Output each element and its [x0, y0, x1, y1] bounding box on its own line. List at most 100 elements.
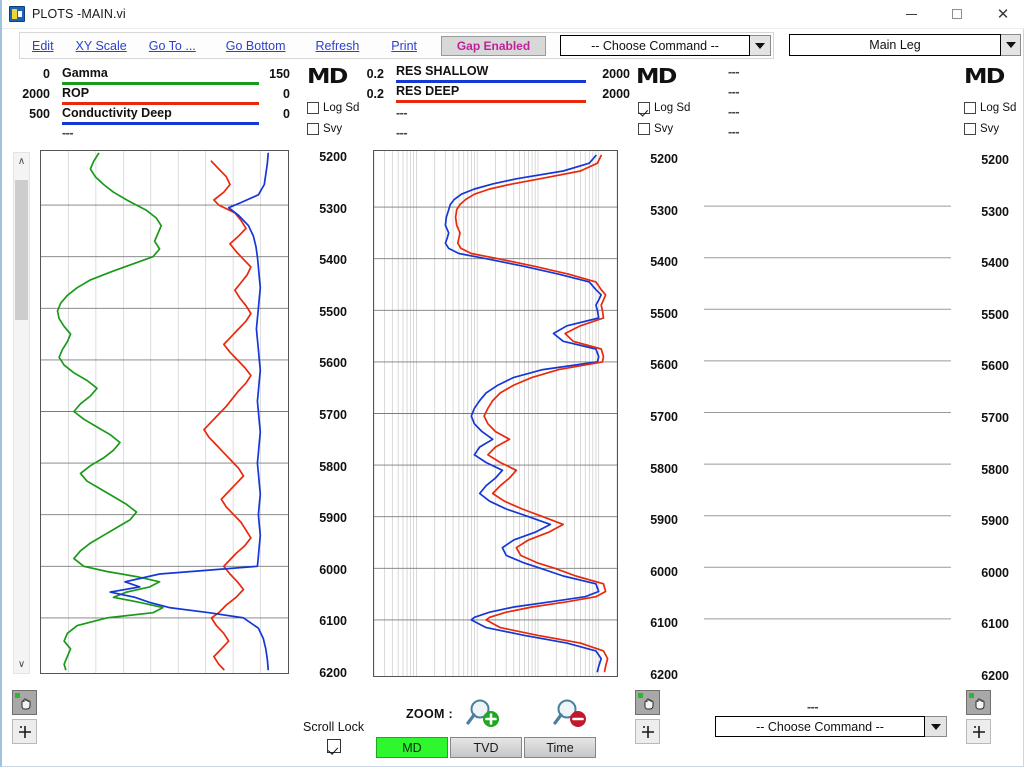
track2-curve1-name: RES SHALLOW [396, 64, 489, 78]
leg-selector-dropdown[interactable]: Main Leg [789, 34, 1021, 56]
print-link[interactable]: Print [391, 39, 417, 53]
depth-tick-label: 5400 [650, 255, 678, 270]
track1-curve3-left-scale: 500 [29, 107, 50, 121]
magnifier-plus-icon [466, 699, 499, 727]
chevron-down-icon[interactable] [1001, 34, 1021, 56]
checkbox-icon [964, 102, 976, 114]
log-plot-track-1[interactable] [40, 150, 289, 674]
choose-command-value-bottom: -- Choose Command -- [715, 716, 925, 737]
depth-tick-label: 5500 [981, 307, 1009, 322]
track2-svy-checkbox[interactable]: Svy [638, 123, 673, 135]
go-bottom-link[interactable]: Go Bottom [226, 39, 286, 53]
track2-curve1-right-scale: 2000 [602, 67, 630, 81]
mode-button-time[interactable]: Time [524, 737, 596, 758]
mode-button-tvd[interactable]: TVD [450, 737, 522, 758]
zoom-in-button[interactable] [466, 698, 504, 737]
zoom-out-button[interactable] [553, 698, 591, 737]
depth-tick-label: 5700 [319, 408, 347, 422]
depth-mode-toggle-group: MD TVD Time [376, 737, 598, 758]
magnifier-minus-icon [553, 699, 586, 727]
log-plot-track-3[interactable] [704, 150, 951, 677]
crosshair-cursor-icon [18, 725, 31, 738]
choose-command-dropdown-bottom[interactable]: -- Choose Command -- [715, 716, 947, 737]
depth-tick-label: 6000 [319, 562, 347, 577]
plots-main-window: PLOTS -MAIN.vi ✕ Edit XY Scale Go To ...… [0, 0, 1024, 767]
depth-tick-label: 5400 [981, 256, 1009, 271]
crosshair-cursor-icon [972, 725, 985, 738]
minimize-button[interactable] [888, 0, 934, 28]
scrollbar-thumb[interactable] [15, 180, 28, 320]
bottom-command-dash: --- [807, 700, 819, 714]
depth-tick-label: 5800 [650, 461, 678, 476]
track3-svy-label: Svy [980, 123, 1000, 135]
track2-log-sd-checkbox[interactable]: Log Sd [638, 102, 690, 114]
pan-tool-button-track2[interactable] [635, 690, 660, 715]
track1-curve1-name: Gamma [62, 66, 108, 80]
depth-tick-label: 6200 [319, 666, 347, 680]
track1-svy-checkbox[interactable]: Svy [307, 123, 342, 135]
labview-vi-icon [9, 6, 25, 22]
mode-button-md[interactable]: MD [376, 737, 448, 758]
scroll-down-icon[interactable]: ∨ [14, 656, 29, 673]
track1-curve1-right-scale: 150 [269, 67, 290, 81]
depth-tick-label: 5600 [650, 358, 678, 373]
depth-tick-label: 5500 [319, 304, 347, 319]
tool-active-indicator [638, 693, 643, 698]
track1-log-sd-checkbox[interactable]: Log Sd [307, 102, 359, 114]
depth-tick-label: 6100 [650, 616, 678, 631]
go-to-link[interactable]: Go To ... [149, 39, 196, 53]
gap-enabled-button[interactable]: Gap Enabled [441, 35, 546, 56]
track1-curve1-left-scale: 0 [43, 67, 50, 81]
pan-tool-button-track3[interactable] [966, 690, 991, 715]
track2-curve1-color-bar [396, 80, 586, 83]
scroll-up-icon[interactable]: ∧ [14, 153, 29, 170]
track1-curve2-left-scale: 2000 [22, 87, 50, 101]
track3-gridlines [704, 205, 951, 620]
track3-log-sd-checkbox[interactable]: Log Sd [964, 102, 1016, 114]
scroll-lock-label: Scroll Lock [303, 720, 365, 734]
track2-curve1-left-scale: 0.2 [366, 67, 384, 81]
track3-empty-slot-3: --- [728, 105, 740, 119]
vertical-scrollbar[interactable]: ∧ ∨ [13, 152, 30, 674]
depth-tick-label: 5200 [650, 152, 678, 166]
track2-log-sd-label: Log Sd [654, 102, 691, 114]
track1-curve2-name: ROP [62, 86, 90, 100]
main-toolbar: Edit XY Scale Go To ... Go Bottom Refres… [19, 32, 774, 59]
log-plot-track-2[interactable] [373, 150, 618, 677]
chevron-down-icon[interactable] [750, 35, 771, 56]
track1-curve2-color-bar [62, 102, 259, 105]
refresh-link[interactable]: Refresh [316, 39, 360, 53]
checkbox-icon [307, 123, 319, 135]
xy-scale-link[interactable]: XY Scale [76, 39, 127, 53]
chevron-down-icon[interactable] [925, 716, 947, 737]
close-button[interactable]: ✕ [980, 0, 1024, 28]
pan-tool-button-left[interactable] [12, 690, 37, 715]
crosshair-tool-button-left[interactable] [12, 719, 37, 744]
track2-curve2-left-scale: 0.2 [366, 87, 384, 101]
depth-tick-label: 6000 [650, 564, 678, 579]
crosshair-tool-button-track2[interactable] [635, 719, 660, 744]
depth-tick-label: 5900 [319, 511, 347, 526]
depth-tick-label: 5600 [319, 356, 347, 371]
track2-curve2-right-scale: 2000 [602, 87, 630, 101]
depth-tick-label: 5500 [650, 306, 678, 321]
track3-empty-slot-2: --- [728, 85, 740, 99]
tool-active-indicator [969, 693, 974, 698]
edit-link[interactable]: Edit [32, 39, 54, 53]
depth-tick-label: 5200 [981, 153, 1009, 167]
depth-tick-label: 5200 [319, 150, 347, 164]
scroll-lock-checkbox[interactable] [327, 739, 341, 753]
choose-command-dropdown-top[interactable]: -- Choose Command -- [560, 35, 771, 56]
track2-svy-label: Svy [654, 123, 674, 135]
track2-curve2-name: RES DEEP [396, 84, 460, 98]
crosshair-tool-button-track3[interactable] [966, 719, 991, 744]
choose-command-value-top: -- Choose Command -- [560, 35, 750, 56]
depth-tick-label: 5800 [319, 459, 347, 474]
track1-curve3-name: Conductivity Deep [62, 106, 172, 120]
track1-empty-slot: --- [62, 126, 74, 140]
depth-tick-label: 5300 [319, 201, 347, 216]
track3-svy-checkbox[interactable]: Svy [964, 123, 999, 135]
depth-tick-label: 5600 [981, 359, 1009, 374]
maximize-button[interactable] [934, 0, 980, 28]
track2-depth-mode-label: MD [636, 64, 677, 88]
